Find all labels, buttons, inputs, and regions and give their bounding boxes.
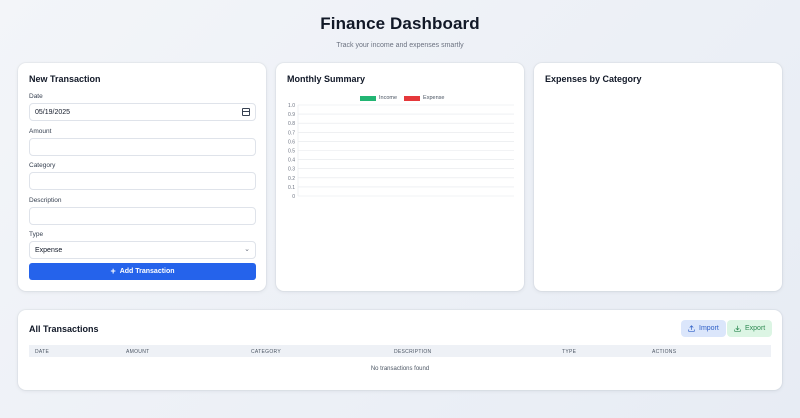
plus-icon: +: [110, 266, 116, 276]
column-header-description: DESCRIPTION: [394, 349, 432, 355]
empty-state-text: No transactions found: [370, 366, 430, 372]
type-value: Expense: [35, 246, 63, 254]
date-label: Date: [29, 93, 43, 100]
export-button[interactable]: Export: [727, 320, 773, 337]
all-transactions-card: All Transactions Import Export DATE AMOU…: [18, 310, 782, 390]
column-header-date: DATE: [35, 349, 50, 355]
y-tick-label: 0.2: [288, 176, 295, 182]
amount-label: Amount: [29, 128, 52, 135]
monthly-summary-card: Monthly Summary Income Expense 1.0 0.9 0.8…: [276, 63, 524, 291]
y-tick-label: 0.8: [288, 121, 295, 127]
y-tick-label: 0.1: [288, 185, 295, 191]
download-icon: [734, 325, 741, 332]
page-title: Finance Dashboard: [320, 14, 480, 33]
date-field[interactable]: 05/19/2025: [29, 103, 256, 121]
y-tick-label: 0.4: [288, 158, 295, 164]
column-header-amount: AMOUNT: [126, 349, 150, 355]
page-header: Finance Dashboard Track your income and …: [0, 14, 800, 49]
description-label: Description: [29, 197, 62, 204]
category-label: Category: [29, 162, 56, 169]
all-transactions-title: All Transactions: [29, 324, 99, 334]
add-transaction-button[interactable]: + Add Transaction: [29, 263, 256, 280]
type-select[interactable]: Expense ⌄: [29, 241, 256, 259]
y-tick-label: 0.3: [288, 167, 295, 173]
import-label: Import: [699, 325, 719, 332]
add-transaction-label: Add Transaction: [119, 268, 175, 275]
import-button[interactable]: Import: [681, 320, 726, 337]
new-transaction-title: New Transaction: [29, 74, 101, 84]
calendar-icon[interactable]: [242, 108, 250, 116]
monthly-summary-chart: 1.0 0.9 0.8 0.7 0.6 0.5 0.4 0.3 0.2 0.1 0: [288, 103, 514, 200]
y-tick-label: 0.7: [288, 130, 295, 136]
column-header-type: TYPE: [562, 349, 577, 355]
column-header-actions: ACTIONS: [652, 349, 677, 355]
expenses-by-category-card: Expenses by Category: [534, 63, 782, 291]
y-tick-label: 0.5: [288, 149, 295, 155]
export-label: Export: [745, 325, 766, 332]
chevron-down-icon: ⌄: [244, 246, 250, 253]
category-field[interactable]: [29, 172, 256, 190]
transactions-table-header: DATE AMOUNT CATEGORY DESCRIPTION TYPE AC…: [29, 345, 771, 357]
type-label: Type: [29, 231, 44, 238]
date-value: 05/19/2025: [35, 108, 71, 116]
amount-field[interactable]: [29, 138, 256, 156]
description-field[interactable]: [29, 207, 256, 225]
y-tick-label: 1.0: [288, 103, 295, 109]
y-tick-label: 0.9: [288, 112, 295, 118]
upload-icon: [688, 325, 695, 332]
new-transaction-card: New Transaction Date 05/19/2025 Amount C…: [18, 63, 266, 291]
column-header-category: CATEGORY: [251, 349, 281, 355]
y-tick-label: 0: [292, 194, 295, 200]
y-tick-label: 0.6: [288, 139, 295, 145]
expenses-by-category-title: Expenses by Category: [545, 74, 642, 84]
page-subtitle: Track your income and expenses smartly: [336, 42, 464, 49]
